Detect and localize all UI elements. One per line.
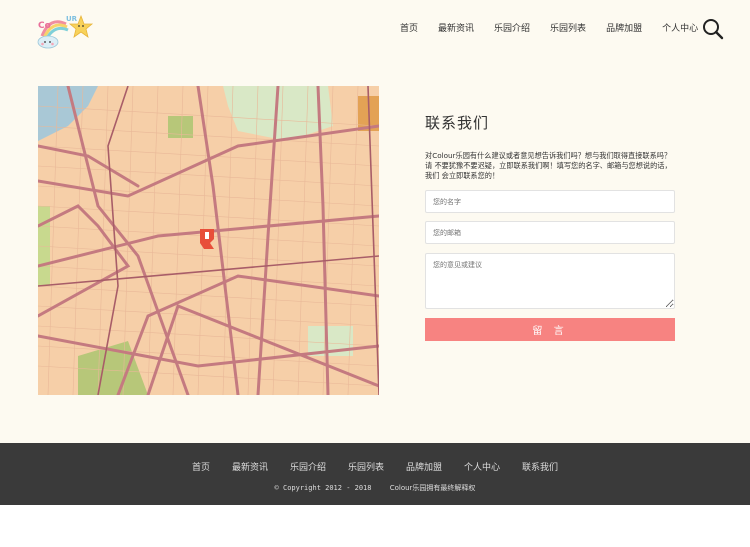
footer-nav-park-intro[interactable]: 乐园介绍	[290, 460, 326, 473]
footer-nav-user-center[interactable]: 个人中心	[464, 460, 500, 473]
svg-text:UR: UR	[66, 15, 78, 23]
logo-graphic: Co UR	[37, 14, 94, 49]
footer-nav-home[interactable]: 首页	[192, 460, 210, 473]
footer-nav-contact[interactable]: 联系我们	[522, 460, 558, 473]
page: Co UR 首页 最新资讯 乐园介绍 乐园列表 品牌加盟 个人中心 联系我们 对…	[0, 0, 750, 547]
colour-logo[interactable]: Co UR	[36, 12, 94, 50]
submit-message-button[interactable]: 留 言	[425, 318, 675, 341]
nav-park-list[interactable]: 乐园列表	[550, 21, 586, 34]
nav-home[interactable]: 首页	[400, 21, 418, 34]
search-button[interactable]	[702, 18, 724, 40]
copyright-text: © Copyright 2012 - 2018	[274, 484, 372, 492]
location-map[interactable]	[38, 86, 379, 395]
footer-nav-franchise[interactable]: 品牌加盟	[406, 460, 442, 473]
contact-title: 联系我们	[425, 114, 490, 132]
nav-news[interactable]: 最新资讯	[438, 21, 474, 34]
map-graphic	[38, 86, 379, 395]
rights-text: Colour乐园拥有最终解释权	[389, 484, 476, 492]
nav-user-center[interactable]: 个人中心	[662, 21, 698, 34]
name-field[interactable]	[425, 190, 675, 213]
footer-nav-news[interactable]: 最新资讯	[232, 460, 268, 473]
nav-franchise[interactable]: 品牌加盟	[606, 21, 642, 34]
contact-section: 联系我们 对Colour乐园有什么建议或者意见想告诉我们吗？想与我们取得直接联系…	[425, 112, 677, 341]
main-nav: 首页 最新资讯 乐园介绍 乐园列表 品牌加盟 个人中心	[400, 21, 698, 34]
nav-park-intro[interactable]: 乐园介绍	[494, 21, 530, 34]
message-field[interactable]	[425, 253, 675, 309]
map-pin-icon[interactable]	[200, 229, 214, 249]
svg-text:Co: Co	[38, 21, 51, 31]
footer-nav: 首页 最新资讯 乐园介绍 乐园列表 品牌加盟 个人中心 联系我们	[0, 460, 750, 473]
footer: 首页 最新资讯 乐园介绍 乐园列表 品牌加盟 个人中心 联系我们 © Copyr…	[0, 443, 750, 505]
email-field[interactable]	[425, 221, 675, 244]
bottom-band	[0, 505, 750, 547]
contact-intro: 对Colour乐园有什么建议或者意见想告诉我们吗？想与我们取得直接联系吗？请 不…	[425, 151, 672, 180]
search-icon	[703, 19, 724, 40]
header: Co UR 首页 最新资讯 乐园介绍 乐园列表 品牌加盟 个人中心	[0, 0, 750, 60]
copyright-line: © Copyright 2012 - 2018 Colour乐园拥有最终解释权	[0, 483, 750, 493]
footer-nav-park-list[interactable]: 乐园列表	[348, 460, 384, 473]
